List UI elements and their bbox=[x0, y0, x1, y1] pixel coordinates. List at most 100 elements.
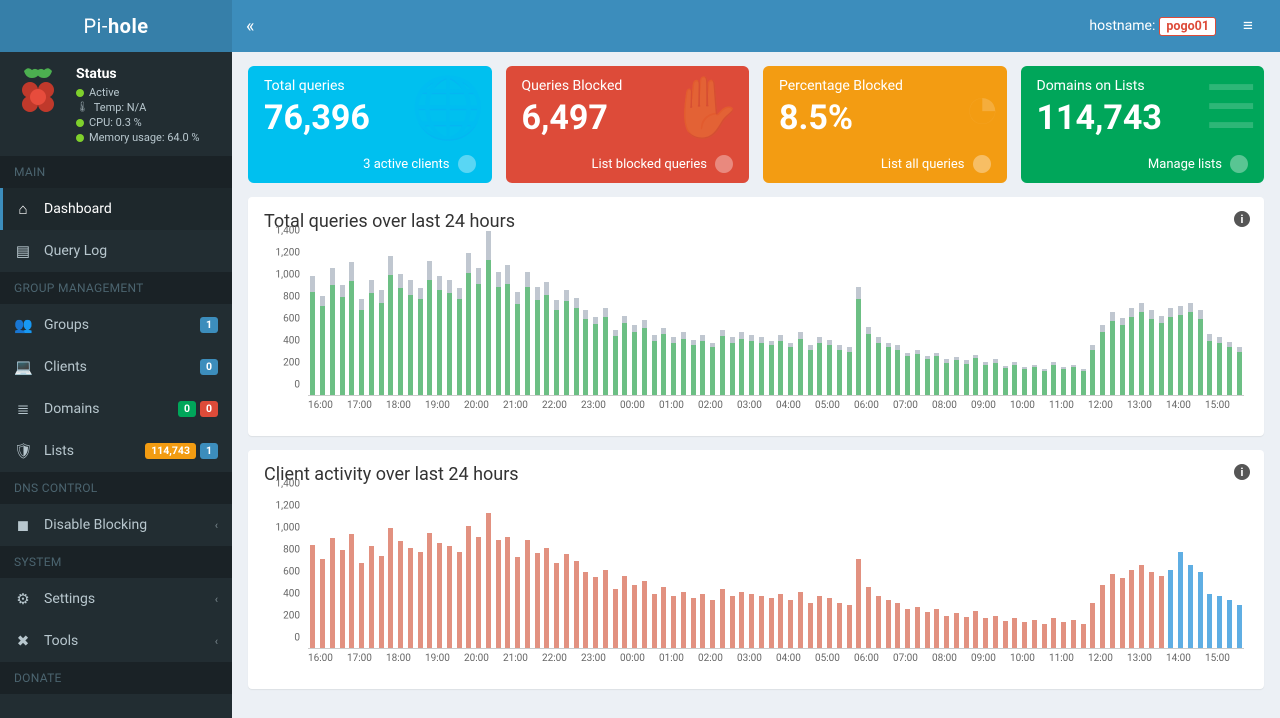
nav-settings[interactable]: ⚙Settings‹ bbox=[0, 578, 232, 620]
dot-active-icon bbox=[76, 89, 84, 97]
sidebar-collapse-button[interactable]: « bbox=[246, 16, 272, 37]
nav-querylog[interactable]: ▤Query Log bbox=[0, 230, 232, 272]
bar-slot bbox=[893, 495, 903, 648]
bar-slot bbox=[854, 495, 864, 648]
bar-client bbox=[827, 598, 832, 648]
bar-permitted bbox=[973, 358, 978, 395]
card-footer-link[interactable]: 3 active clients bbox=[264, 149, 476, 175]
bar-slot bbox=[1176, 495, 1186, 648]
bar-client bbox=[1129, 570, 1134, 649]
card-footer-link[interactable]: List blocked queries bbox=[522, 149, 734, 175]
bar-slot bbox=[1166, 242, 1176, 395]
bar-client bbox=[700, 594, 705, 649]
bar-client bbox=[593, 577, 598, 648]
bar-slot bbox=[493, 495, 503, 648]
bar-slot bbox=[825, 495, 835, 648]
bar-slot bbox=[1000, 495, 1010, 648]
bar-slot bbox=[796, 242, 806, 395]
bar-slot bbox=[542, 495, 552, 648]
bar-slot bbox=[337, 495, 347, 648]
logo-hole: hole bbox=[108, 14, 149, 38]
bar-slot bbox=[610, 242, 620, 395]
y-tick: 200 bbox=[283, 611, 300, 622]
badge-lists-count: 114,743 bbox=[145, 443, 196, 460]
bar-client bbox=[388, 528, 393, 648]
bar-permitted bbox=[613, 336, 618, 395]
bar-slot bbox=[1137, 495, 1147, 648]
bar-client bbox=[408, 548, 413, 649]
hand-icon: ✋ bbox=[668, 72, 743, 143]
app-logo[interactable]: Pi-hole bbox=[0, 0, 232, 52]
bar-client bbox=[642, 581, 647, 649]
nav-header-donate: DONATE bbox=[0, 662, 232, 694]
bar-client bbox=[1051, 618, 1056, 649]
card-total-queries[interactable]: 🌐 Total queries 76,396 3 active clients bbox=[248, 66, 492, 183]
nav-lists[interactable]: 🛡Lists114,7431 bbox=[0, 430, 232, 472]
bar-client bbox=[476, 537, 481, 648]
nav-tools[interactable]: ✖Tools‹ bbox=[0, 620, 232, 662]
bar-slot bbox=[328, 495, 338, 648]
bar-slot bbox=[484, 242, 494, 395]
bar-permitted bbox=[934, 356, 939, 395]
hostname-display: hostname: pogo01 bbox=[1089, 17, 1216, 36]
bar-client bbox=[691, 598, 696, 648]
card-footer-link[interactable]: List all queries bbox=[779, 149, 991, 175]
bar-permitted bbox=[856, 299, 861, 395]
bar-slot bbox=[688, 242, 698, 395]
bar-permitted bbox=[1120, 325, 1125, 395]
topbar-menu-button[interactable]: ≡ bbox=[1230, 16, 1266, 36]
card-queries-blocked[interactable]: ✋ Queries Blocked 6,497 List blocked que… bbox=[506, 66, 750, 183]
bar-client bbox=[544, 548, 549, 649]
bar-slot bbox=[1215, 495, 1225, 648]
bar-slot bbox=[1088, 495, 1098, 648]
bar-permitted bbox=[739, 339, 744, 396]
bar-client bbox=[759, 596, 764, 648]
nav-header-main: MAIN bbox=[0, 156, 232, 188]
bar-slot bbox=[1225, 242, 1235, 395]
bar-slot bbox=[454, 242, 464, 395]
x-tick: 22:00 bbox=[542, 653, 581, 675]
bar-slot bbox=[640, 242, 650, 395]
bar-client bbox=[944, 616, 949, 649]
nav-disable-blocking[interactable]: ◼Disable Blocking‹ bbox=[0, 504, 232, 546]
card-domains-on-lists[interactable]: ☰ Domains on Lists 114,743 Manage lists bbox=[1021, 66, 1265, 183]
card-footer-link[interactable]: Manage lists bbox=[1037, 149, 1249, 175]
shield-icon: 🛡 bbox=[14, 442, 32, 460]
x-tick: 14:00 bbox=[1166, 653, 1205, 675]
bar-slot bbox=[601, 495, 611, 648]
bar-permitted bbox=[622, 323, 627, 395]
bar-client bbox=[1227, 600, 1232, 648]
bar-slot bbox=[532, 242, 542, 395]
x-tick: 12:00 bbox=[1088, 653, 1127, 675]
bar-client bbox=[915, 607, 920, 649]
bar-client bbox=[661, 587, 666, 648]
nav-domains[interactable]: ≣Domains00 bbox=[0, 388, 232, 430]
badge-groups: 1 bbox=[200, 317, 218, 334]
bar-slot bbox=[552, 242, 562, 395]
status-block: Status Active 🌡Temp: N/A CPU: 0.3 % Memo… bbox=[0, 52, 232, 156]
card-percentage-blocked[interactable]: ◔ Percentage Blocked 8.5% List all queri… bbox=[763, 66, 1007, 183]
nav-groups[interactable]: 👥Groups1 bbox=[0, 304, 232, 346]
nav-dashboard[interactable]: ⌂Dashboard bbox=[0, 188, 232, 230]
dot-cpu-icon bbox=[76, 119, 84, 127]
bar-client bbox=[466, 526, 471, 648]
bar-slot bbox=[347, 495, 357, 648]
bar-permitted bbox=[964, 364, 969, 396]
x-tick: 19:00 bbox=[425, 653, 464, 675]
nav-clients[interactable]: 💻Clients0 bbox=[0, 346, 232, 388]
bar-slot bbox=[571, 242, 581, 395]
bar-slot bbox=[679, 242, 689, 395]
x-tick: 07:00 bbox=[893, 653, 932, 675]
bar-slot bbox=[718, 495, 728, 648]
badge-clients: 0 bbox=[200, 359, 218, 376]
bar-slot bbox=[396, 242, 406, 395]
bar-slot bbox=[1156, 242, 1166, 395]
bar-permitted bbox=[1178, 315, 1183, 396]
bar-permitted bbox=[691, 345, 696, 395]
bar-slot bbox=[932, 242, 942, 395]
bar-permitted bbox=[1139, 312, 1144, 395]
bar-permitted bbox=[603, 317, 608, 396]
bar-client bbox=[652, 594, 657, 649]
bar-slot bbox=[396, 495, 406, 648]
x-tick: 04:00 bbox=[776, 653, 815, 675]
